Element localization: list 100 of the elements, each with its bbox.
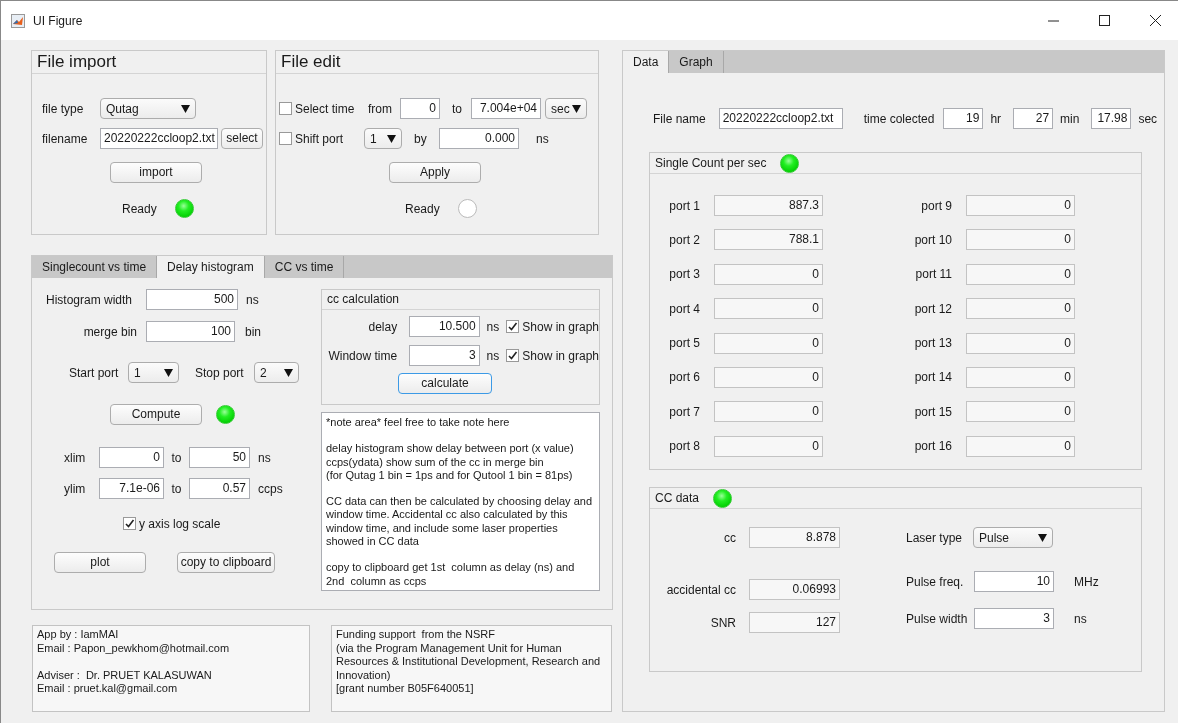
maximize-icon[interactable] [1099, 15, 1110, 26]
button[interactable]: plot [54, 552, 146, 573]
checkbox-label[interactable]: Show in graph [522, 317, 599, 336]
credit-line: Email : pruet.kal@gmail.com [37, 682, 179, 696]
panel-title: File import [32, 51, 266, 74]
dropdown[interactable]: 1 [128, 362, 179, 383]
field-label: port 6 [668, 369, 700, 387]
unit-label: MHz [1074, 573, 1099, 591]
text-field[interactable]: 0.06993 [749, 579, 840, 600]
credit-line: Email : Papon_pewkhom@hotmail.com [37, 641, 231, 655]
text-field[interactable]: 8.878 [749, 527, 840, 548]
text-field[interactable]: 0 [99, 447, 164, 468]
checkbox-label[interactable]: Show in graph [522, 346, 599, 365]
text-field[interactable]: 19 [943, 108, 984, 129]
panel-title: File edit [276, 51, 598, 74]
field-label: file type [42, 100, 85, 118]
field-label: port 15 [913, 403, 952, 421]
checkbox-label[interactable]: Shift port [295, 129, 344, 148]
close-icon[interactable] [1150, 15, 1161, 26]
text-field[interactable]: 0 [966, 332, 1075, 354]
button[interactable]: copy to clipboard [177, 552, 275, 573]
text-field[interactable]: 20220222ccloop2.txt [718, 108, 843, 129]
caret-icon [387, 134, 396, 143]
button[interactable]: select [221, 128, 263, 149]
text-field[interactable]: 20220222ccloop2.txt [100, 128, 218, 149]
checkbox[interactable] [279, 132, 292, 145]
text-field[interactable]: 100 [146, 321, 235, 342]
note-line: ccps(ydata) show sum of the cc in merge bin [326, 455, 545, 469]
text-field[interactable]: 17.98 [1091, 108, 1132, 129]
dropdown[interactable]: 2 [254, 362, 299, 383]
text-field[interactable]: 10.500 [409, 316, 480, 337]
text-field[interactable]: 0 [714, 401, 823, 423]
field-label: merge bin [82, 323, 137, 341]
tab[interactable]: Delay histogram [157, 256, 265, 278]
text-field[interactable]: 10 [974, 571, 1054, 592]
tab[interactable]: Data [623, 51, 670, 73]
field-label: port 13 [913, 335, 952, 353]
field-label: Pulse freq. [906, 573, 965, 591]
dropdown[interactable]: sec [545, 98, 587, 119]
text-field[interactable]: 500 [146, 289, 238, 310]
text-field[interactable]: 887.3 [714, 195, 823, 216]
text-field[interactable]: 0 [966, 298, 1075, 320]
field-label: port 1 [668, 197, 700, 215]
dropdown[interactable]: 1 [364, 128, 402, 149]
text-field[interactable]: 50 [189, 447, 250, 468]
button[interactable]: calculate [398, 373, 492, 394]
dropdown[interactable]: Pulse [973, 527, 1053, 548]
text-field[interactable]: 3 [974, 608, 1054, 629]
text-field[interactable]: 0 [714, 263, 823, 285]
panel-title: cc calculation [322, 290, 599, 310]
caret-icon [572, 104, 581, 113]
button[interactable]: Apply [389, 162, 481, 183]
text-field[interactable]: 0 [966, 366, 1075, 388]
checkbox[interactable] [123, 517, 136, 530]
dropdown[interactable]: Qutag [100, 98, 196, 119]
text-field[interactable]: 0 [966, 263, 1075, 285]
credit-line: App by : IamMAI [37, 628, 120, 642]
checkbox[interactable] [506, 349, 520, 362]
text-field[interactable]: 127 [749, 612, 840, 633]
text-field[interactable]: 3 [409, 345, 480, 366]
text-field[interactable]: 7.1e-06 [99, 478, 164, 499]
text-field[interactable]: 0 [966, 435, 1075, 457]
checkbox-label[interactable]: y axis log scale [139, 514, 221, 533]
text-field[interactable]: 0 [966, 229, 1075, 251]
tab[interactable]: Graph [669, 51, 724, 73]
text-field[interactable]: 0 [714, 298, 823, 320]
field-label: Histogram width [44, 291, 132, 309]
panel-title: Single Count per sec [655, 155, 767, 172]
text-field[interactable]: 0 [400, 98, 440, 119]
checkbox[interactable] [506, 320, 520, 333]
text-field[interactable]: 7.004e+04 [471, 98, 541, 119]
unit-label: ns [258, 449, 271, 467]
text-field[interactable]: 0 [714, 435, 823, 457]
text-field[interactable]: 0 [714, 332, 823, 354]
field-label: accidental cc [665, 581, 736, 599]
text-field[interactable]: 788.1 [714, 229, 823, 251]
funding-line: (via the Program Management Unit for Human [336, 641, 563, 655]
funding-line: [grant number B05F640051] [336, 682, 475, 696]
text-field[interactable]: 0 [714, 366, 823, 388]
caret-icon [284, 368, 293, 377]
field-label: delay [367, 318, 398, 336]
checkbox[interactable] [279, 102, 292, 115]
status-text: Ready [122, 200, 157, 218]
tab[interactable]: CC vs time [264, 256, 345, 278]
field-label: port 5 [668, 335, 700, 353]
field-label: by [413, 130, 428, 148]
unit-label: ns [536, 130, 549, 148]
text-field[interactable]: 0.57 [189, 478, 250, 499]
text-field[interactable]: 27 [1013, 108, 1054, 129]
text-field[interactable]: 0.000 [439, 128, 519, 149]
checkbox-label[interactable]: Select time [295, 99, 355, 118]
field-label: to [170, 449, 183, 467]
button[interactable]: import [110, 162, 202, 183]
unit-label: ns [486, 318, 500, 336]
field-label: port 16 [913, 438, 952, 456]
field-label: port 2 [668, 231, 700, 249]
text-field[interactable]: 0 [966, 195, 1075, 216]
text-field[interactable]: 0 [966, 401, 1075, 423]
button[interactable]: Compute [110, 404, 202, 425]
note-line: showed in CC data [326, 535, 420, 549]
